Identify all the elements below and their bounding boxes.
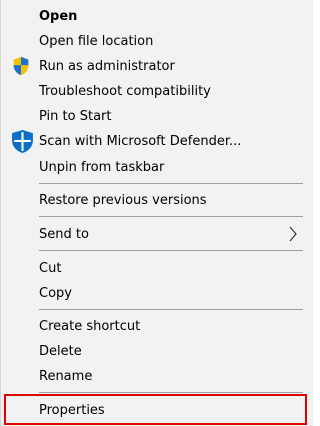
menu-item-troubleshoot-compatibility[interactable]: Troubleshoot compatibility <box>1 79 312 104</box>
menu-item-label: Open file location <box>39 34 154 49</box>
menu-item-restore-previous-versions[interactable]: Restore previous versions <box>1 188 312 213</box>
menu-item-label: Scan with Microsoft Defender... <box>39 134 242 149</box>
menu-item-open[interactable]: Open <box>1 4 312 29</box>
chevron-right-icon <box>289 226 297 242</box>
menu-separator <box>39 183 303 184</box>
menu-item-run-as-administrator[interactable]: Run as administrator <box>1 54 312 79</box>
menu-item-open-file-location[interactable]: Open file location <box>1 29 312 54</box>
menu-item-label: Send to <box>39 227 89 242</box>
menu-item-label: Pin to Start <box>39 109 112 124</box>
menu-item-label: Copy <box>39 286 72 301</box>
menu-item-label: Restore previous versions <box>39 193 207 208</box>
menu-separator <box>39 250 303 251</box>
menu-item-scan-with-defender[interactable]: Scan with Microsoft Defender... <box>1 129 312 154</box>
menu-item-send-to[interactable]: Send to <box>1 222 312 247</box>
menu-item-cut[interactable]: Cut <box>1 256 312 281</box>
menu-item-label: Open <box>39 9 78 24</box>
menu-item-label: Troubleshoot compatibility <box>39 84 211 99</box>
menu-item-label: Unpin from taskbar <box>39 160 165 175</box>
menu-item-unpin-from-taskbar[interactable]: Unpin from taskbar <box>1 155 312 180</box>
menu-item-label: Create shortcut <box>39 319 141 334</box>
menu-item-label: Cut <box>39 261 62 276</box>
menu-separator <box>39 309 303 310</box>
menu-item-label: Delete <box>39 344 82 359</box>
menu-separator <box>39 392 303 393</box>
uac-shield-icon <box>13 56 29 76</box>
menu-item-rename[interactable]: Rename <box>1 364 312 389</box>
menu-item-label: Run as administrator <box>39 59 175 74</box>
menu-separator <box>39 216 303 217</box>
highlight-box <box>4 394 307 425</box>
defender-icon <box>12 130 33 153</box>
menu-item-label: Rename <box>39 369 93 384</box>
menu-item-create-shortcut[interactable]: Create shortcut <box>1 314 312 339</box>
menu-item-copy[interactable]: Copy <box>1 281 312 306</box>
context-menu: Open Open file location Run as administr… <box>0 0 313 426</box>
menu-item-pin-to-start[interactable]: Pin to Start <box>1 104 312 129</box>
menu-item-delete[interactable]: Delete <box>1 339 312 364</box>
